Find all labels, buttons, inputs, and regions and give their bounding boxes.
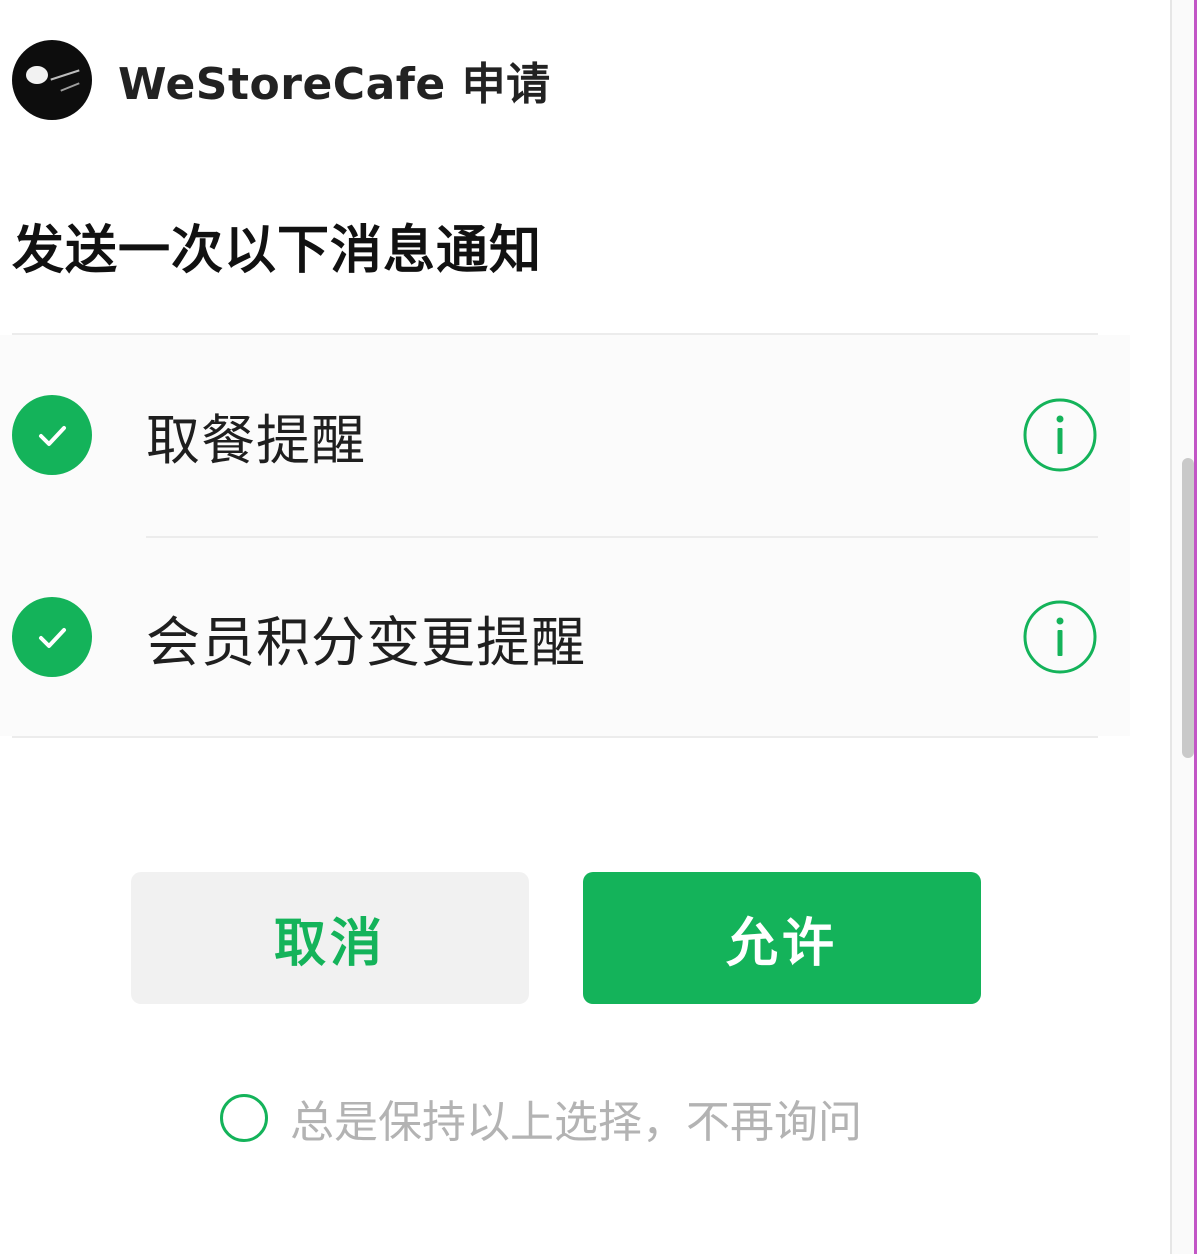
dialog-header: WeStoreCafe 申请 — [12, 40, 551, 120]
check-circle-icon[interactable] — [12, 597, 92, 677]
notification-item-points[interactable]: 会员积分变更提醒 — [12, 592, 1102, 682]
divider — [12, 333, 1098, 335]
always-keep-choice-toggle[interactable]: 总是保持以上选择，不再询问 — [220, 1088, 862, 1148]
divider — [146, 536, 1098, 538]
dialog-subtitle: 发送一次以下消息通知 — [12, 221, 543, 281]
info-icon[interactable] — [1022, 599, 1098, 675]
notification-item-label: 会员积分变更提醒 — [146, 610, 586, 674]
notification-item-label: 取餐提醒 — [146, 408, 366, 472]
cancel-button[interactable]: 取消 — [131, 872, 529, 1004]
scrollbar-thumb[interactable] — [1182, 458, 1194, 758]
check-circle-icon[interactable] — [12, 395, 92, 475]
notification-item-pickup[interactable]: 取餐提醒 — [12, 390, 1102, 480]
always-keep-choice-label: 总是保持以上选择，不再询问 — [290, 1097, 862, 1148]
info-icon[interactable] — [1022, 397, 1098, 473]
app-title: WeStoreCafe 申请 — [118, 59, 551, 110]
radio-icon[interactable] — [220, 1094, 268, 1142]
allow-button[interactable]: 允许 — [583, 872, 981, 1004]
divider — [12, 736, 1098, 738]
westorecafe-logo — [12, 40, 92, 120]
